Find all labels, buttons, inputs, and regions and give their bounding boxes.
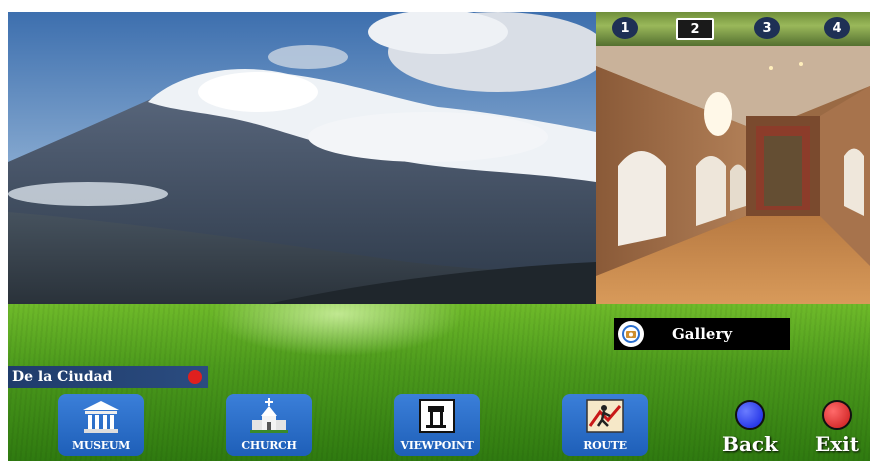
exit-label: Exit bbox=[814, 432, 859, 456]
thumbnail-2-button[interactable]: 2 bbox=[676, 18, 714, 40]
location-name: De la Ciudad bbox=[12, 369, 113, 385]
exit-button[interactable]: Exit bbox=[808, 400, 866, 456]
thumbnail-1-button[interactable]: 1 bbox=[612, 17, 638, 39]
binoculars-viewpoint-icon bbox=[419, 399, 455, 433]
museum-button[interactable]: MUSEUM bbox=[58, 394, 144, 456]
gallery-label-text: Gallery bbox=[672, 325, 733, 343]
thumbnail-strip: 1 2 3 4 bbox=[596, 12, 870, 46]
exit-ball-icon bbox=[822, 400, 852, 430]
thumbnail-3-button[interactable]: 3 bbox=[754, 17, 780, 39]
location-bar: De la Ciudad bbox=[8, 366, 208, 388]
location-status-dot bbox=[188, 370, 202, 384]
back-label: Back bbox=[722, 432, 778, 456]
main-scene-photo bbox=[8, 12, 596, 304]
gallery-interior-photo bbox=[596, 46, 870, 304]
app-screen: 1 2 3 4 Gallery De la Ciudad MUSEUM CHUR… bbox=[0, 0, 870, 461]
viewpoint-button[interactable]: VIEWPOINT bbox=[394, 394, 480, 456]
back-ball-icon bbox=[735, 400, 765, 430]
museum-building-icon bbox=[83, 401, 119, 433]
church-button[interactable]: CHURCH bbox=[226, 394, 312, 456]
gallery-button[interactable]: Gallery bbox=[614, 318, 790, 350]
back-button[interactable]: Back bbox=[718, 400, 782, 456]
church-icon bbox=[250, 398, 288, 433]
thumbnail-4-button[interactable]: 4 bbox=[824, 17, 850, 39]
museum-label: MUSEUM bbox=[71, 439, 131, 452]
route-label: ROUTE bbox=[583, 439, 627, 452]
hiking-route-icon bbox=[586, 399, 624, 433]
gallery-camera-icon bbox=[618, 321, 644, 347]
viewpoint-label: VIEWPOINT bbox=[400, 439, 474, 452]
gallery-panel: 1 2 3 4 bbox=[596, 12, 870, 304]
route-button[interactable]: ROUTE bbox=[562, 394, 648, 456]
church-label: CHURCH bbox=[241, 439, 297, 452]
